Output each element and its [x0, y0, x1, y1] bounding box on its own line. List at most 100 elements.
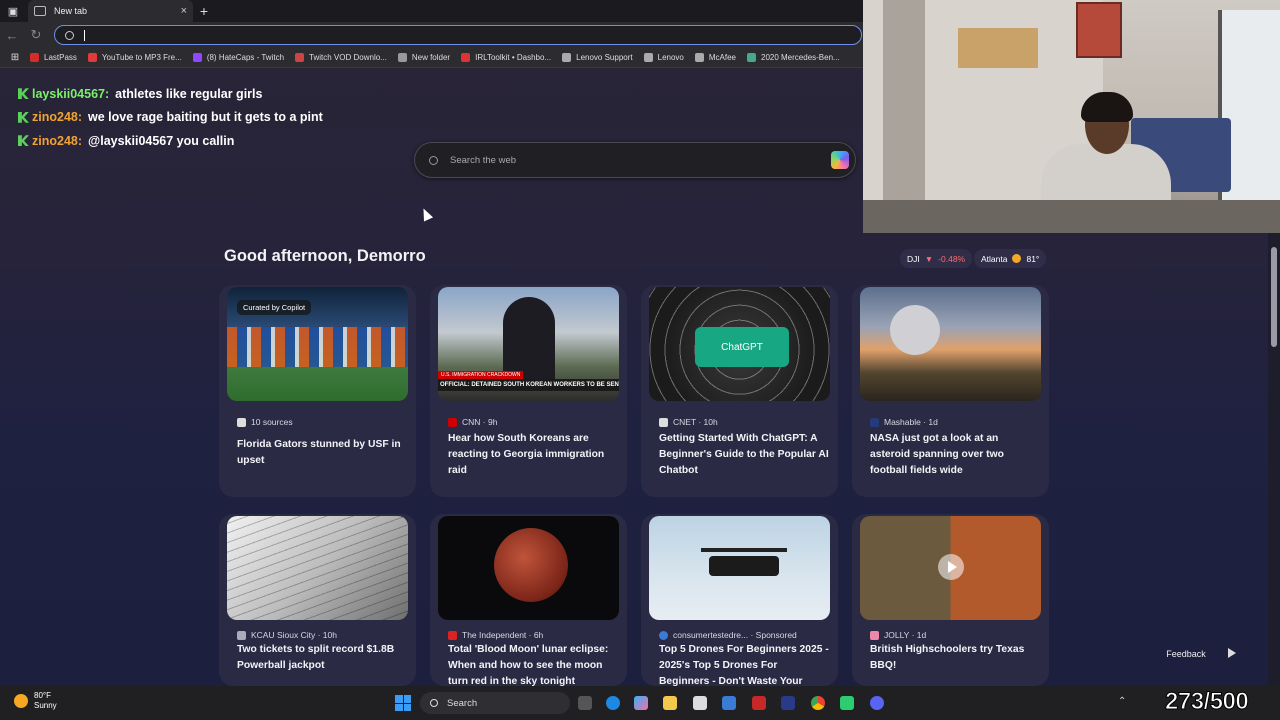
- web-search-box[interactable]: Search the web: [414, 142, 856, 178]
- bookmark-item[interactable]: McAfee: [694, 53, 736, 62]
- search-icon: [430, 699, 438, 707]
- bookmark-item[interactable]: YouTube to MP3 Fre...: [87, 53, 182, 62]
- news-card[interactable]: The Independent · 6h Total 'Blood Moon' …: [430, 514, 627, 686]
- scroll-thumb[interactable]: [1271, 247, 1277, 347]
- page-scrollbar[interactable]: [1268, 233, 1280, 686]
- new-tab-button[interactable]: +: [193, 3, 215, 19]
- tab-new-tab[interactable]: New tab ×: [28, 0, 193, 22]
- bookmark-item[interactable]: LastPass: [30, 53, 77, 62]
- news-card[interactable]: Mashable · 1d NASA just got a look at an…: [852, 285, 1049, 497]
- chat-message: zino248: @layskii04567 you callin: [18, 129, 323, 153]
- news-card[interactable]: ChatGPT CNET · 10h Getting Started With …: [641, 285, 838, 497]
- windows-start-icon[interactable]: [395, 695, 411, 711]
- bookmark-label: McAfee: [708, 53, 736, 62]
- bookmark-icon: [30, 53, 39, 62]
- store-icon[interactable]: [693, 696, 707, 710]
- card-title: Florida Gators stunned by USF in upset: [237, 439, 401, 466]
- bookmark-icon: [643, 53, 653, 62]
- webcam-feed: [863, 0, 1280, 233]
- kick-badge-icon: [18, 88, 29, 100]
- send-icon[interactable]: [1228, 648, 1236, 658]
- back-arrow-icon[interactable]: ←: [0, 28, 24, 43]
- tab-actions-icon[interactable]: ▣: [0, 0, 26, 22]
- bookmark-icon: [87, 53, 97, 62]
- task-view-icon[interactable]: [578, 696, 592, 710]
- copilot-taskbar-icon[interactable]: [634, 696, 648, 710]
- bookmark-label: Lenovo: [657, 53, 684, 62]
- sun-icon: [14, 694, 28, 708]
- weather-temp: 81°: [1026, 253, 1040, 264]
- bookmark-icon: [747, 53, 756, 62]
- close-tab-icon[interactable]: ×: [181, 5, 187, 17]
- chat-username: zino248:: [32, 133, 83, 148]
- chrome-icon[interactable]: [811, 696, 825, 710]
- file-explorer-icon[interactable]: [663, 696, 677, 710]
- refresh-icon[interactable]: ↻: [24, 27, 48, 43]
- system-tray-chevron-icon[interactable]: ⌃: [1118, 696, 1126, 707]
- copilot-icon[interactable]: [831, 151, 849, 169]
- mouse-cursor-icon: [418, 206, 434, 222]
- chat-username: zino248:: [32, 110, 83, 125]
- chatgpt-box: ChatGPT: [695, 327, 789, 367]
- app-l-icon[interactable]: [781, 696, 795, 710]
- sponsor-logo-icon: [659, 630, 668, 640]
- app-green-icon[interactable]: [840, 696, 854, 710]
- windows-taskbar: 80°F Sunny Search ⌃: [0, 686, 1280, 720]
- bookmark-item[interactable]: New folder: [397, 53, 450, 62]
- app-icon[interactable]: [722, 696, 736, 710]
- sponsored-card[interactable]: consumertestedre... · Sponsored Top 5 Dr…: [641, 514, 838, 686]
- search-icon: [65, 30, 74, 40]
- kcau-logo-icon: [237, 630, 246, 640]
- card-image: [438, 516, 619, 620]
- bookmark-item[interactable]: Lenovo Support: [562, 53, 633, 62]
- bookmark-label: (8) HateCaps - Twitch: [206, 53, 285, 62]
- video-card[interactable]: JOLLY · 1d British Highschoolers try Tex…: [852, 514, 1049, 686]
- card-source: consumertestedre... · Sponsored: [659, 630, 797, 640]
- bookmark-label: Lenovo Support: [576, 53, 633, 62]
- card-title: Top 5 Drones For Beginners 2025 - 2025's…: [659, 644, 829, 686]
- card-image: U.S. IMMIGRATION CRACKDOWN OFFICIAL: DET…: [438, 287, 619, 401]
- bookmarks-bar: ⊞ LastPass YouTube to MP3 Fre... (8) HateC…: [0, 48, 863, 68]
- bookmark-item[interactable]: Twitch VOD Downlo...: [295, 53, 387, 62]
- search-icon: [429, 155, 438, 165]
- market-pill[interactable]: DJI ▼ -0.48%: [900, 249, 973, 268]
- address-bar[interactable]: [54, 25, 862, 45]
- play-icon[interactable]: [938, 554, 964, 580]
- bookmark-icon: [461, 53, 471, 62]
- apps-icon[interactable]: ⊞: [0, 52, 30, 63]
- card-title: Total 'Blood Moon' lunar eclipse: When a…: [448, 644, 609, 686]
- news-card[interactable]: U.S. IMMIGRATION CRACKDOWN OFFICIAL: DET…: [430, 285, 627, 497]
- card-source: The Independent · 6h: [448, 630, 543, 640]
- card-image: [649, 516, 830, 620]
- bookmark-item[interactable]: Lenovo: [643, 53, 684, 62]
- curated-badge: Curated by Copilot: [237, 300, 312, 315]
- edge-icon[interactable]: [606, 696, 620, 710]
- card-source: 10 sources: [237, 417, 293, 427]
- taskbar-search[interactable]: Search: [420, 692, 570, 714]
- feedback-button[interactable]: Feedback: [1158, 644, 1214, 664]
- mcafee-icon[interactable]: [752, 696, 766, 710]
- card-title: NASA just got a look at an asteroid span…: [870, 433, 1004, 476]
- news-card[interactable]: KCAU Sioux City · 10h Two tickets to spl…: [219, 514, 416, 686]
- card-title: Hear how South Koreans are reacting to G…: [448, 433, 605, 476]
- news-card[interactable]: Curated by Copilot 10 sources Florida Ga…: [219, 285, 416, 497]
- card-image: Curated by Copilot: [227, 287, 408, 401]
- cnn-logo-icon: [448, 417, 457, 427]
- bookmark-item[interactable]: (8) HateCaps - Twitch: [192, 53, 285, 62]
- weather-pill[interactable]: Atlanta 81°: [974, 249, 1047, 268]
- bookmark-item[interactable]: IRLToolkit • Dashbo...: [461, 53, 551, 62]
- bookmark-label: 2020 Mercedes-Ben...: [761, 53, 840, 62]
- bookmark-icon: [192, 53, 202, 62]
- discord-icon[interactable]: [870, 696, 884, 710]
- greeting-heading: Good afternoon, Demorro: [224, 247, 426, 265]
- bookmark-label: Twitch VOD Downlo...: [309, 53, 387, 62]
- taskbar-search-label: Search: [447, 697, 478, 709]
- weather-widget[interactable]: 80°F Sunny: [14, 691, 57, 711]
- bookmark-item[interactable]: 2020 Mercedes-Ben...: [747, 53, 840, 62]
- chat-message: layskii04567: athletes like regular girls: [18, 82, 323, 106]
- card-image: [860, 516, 1041, 620]
- new-tab-page-icon: [34, 6, 46, 16]
- card-source: JOLLY · 1d: [870, 630, 926, 640]
- chat-text: @layskii04567 you callin: [88, 133, 235, 148]
- stream-counter: 273/500: [1164, 688, 1249, 716]
